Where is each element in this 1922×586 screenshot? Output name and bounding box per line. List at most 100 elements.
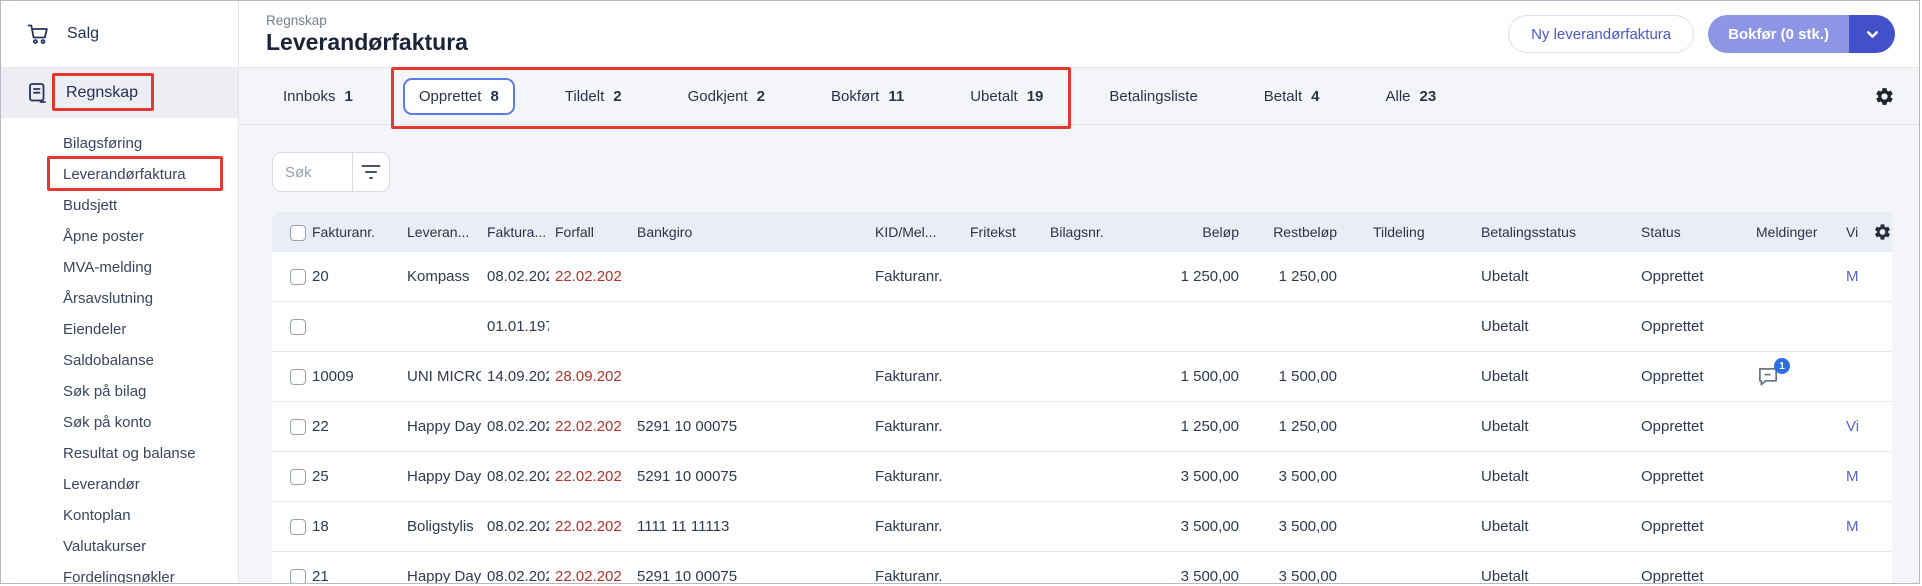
grid-header-row: Fakturanr. Leveran... Faktura... Forfall Ban…	[272, 212, 1892, 252]
tab-label: Tildelt	[564, 87, 605, 105]
table-row: 10009 UNI MICRO 14.09.202 28.09.202 Fakturan…	[272, 352, 1892, 402]
sidebar-item-label: Søk på bilag	[63, 383, 147, 400]
cell-tildeling	[1345, 452, 1453, 502]
cell-forfall: 22.02.202	[549, 502, 631, 552]
sidebar-item-valutakurser[interactable]: Valutakurser	[1, 531, 238, 562]
sidebar-item-sok-pa-bilag[interactable]: Søk på bilag	[1, 376, 238, 407]
cell-forfall: 28.09.202	[549, 352, 631, 402]
cell-fakturadato: 08.02.202	[481, 252, 549, 302]
view-link[interactable]: M	[1846, 468, 1859, 485]
new-invoice-button[interactable]: Ny leverandørfaktura	[1508, 15, 1695, 53]
col-header-fritekst: Fritekst	[964, 212, 1044, 252]
row-checkbox[interactable]	[290, 469, 306, 486]
cell-tildeling	[1345, 252, 1453, 302]
sidebar-item-label: Leverandør	[63, 476, 140, 493]
cell-fritekst	[964, 452, 1044, 502]
cell-sel	[272, 402, 306, 452]
view-link[interactable]: M	[1846, 268, 1859, 285]
search-input[interactable]	[273, 153, 352, 191]
tab-tildelt[interactable]: Tildelt 2	[549, 78, 638, 115]
cell-restbelop	[1247, 302, 1345, 352]
table-toolbar	[239, 125, 1919, 212]
cell-betalingsstatus: Ubetalt	[1453, 352, 1613, 402]
tab-count: 1	[344, 87, 353, 105]
row-checkbox[interactable]	[290, 269, 306, 286]
main-content: Regnskap Leverandørfaktura Ny leverandør…	[239, 1, 1919, 583]
cell-leverandor	[401, 302, 481, 352]
sidebar-item-eiendeler[interactable]: Eiendeler	[1, 314, 238, 345]
tab-betalt[interactable]: Betalt 4	[1248, 78, 1336, 115]
col-header-betalingsstatus: Betalingsstatus	[1453, 212, 1613, 252]
sidebar-item-budsjett[interactable]: Budsjett	[1, 190, 238, 221]
sidebar-item-arsavslutning[interactable]: Årsavslutning	[1, 283, 238, 314]
post-button[interactable]: Bokfør (0 stk.)	[1708, 15, 1849, 53]
invoice-table: Fakturanr. Leveran... Faktura... Forfall Ban…	[272, 212, 1892, 583]
row-checkbox[interactable]	[290, 419, 306, 436]
tab-godkjent[interactable]: Godkjent 2	[672, 78, 781, 115]
sidebar-item-salg[interactable]: Salg	[1, 1, 238, 68]
cell-meldinger	[1728, 452, 1818, 502]
sidebar-item-kontoplan[interactable]: Kontoplan	[1, 500, 238, 531]
tab-ubetalt[interactable]: Ubetalt 19	[954, 78, 1059, 115]
cell-status: Opprettet	[1613, 452, 1728, 502]
cell-fritekst	[964, 302, 1044, 352]
tab-count: 2	[613, 87, 622, 105]
cell-vis: Vi	[1818, 402, 1892, 452]
cell-fakturanr: 25	[306, 452, 401, 502]
due-date: 28.09.202	[555, 368, 622, 385]
row-checkbox[interactable]	[290, 319, 306, 336]
table-settings-icon[interactable]	[1873, 223, 1892, 242]
sidebar-item-apne-poster[interactable]: Åpne poster	[1, 221, 238, 252]
sidebar-item-mva-melding[interactable]: MVA-melding	[1, 252, 238, 283]
sidebar-item-leverandor[interactable]: Leverandør	[1, 469, 238, 500]
tab-innboks[interactable]: Innboks 1	[267, 78, 369, 115]
cell-forfall: 22.02.202	[549, 552, 631, 583]
sidebar-item-bilagsforing[interactable]: Bilagsføring	[1, 128, 238, 159]
sidebar: Salg Regnskap Bilagsføring Leverandørfakt…	[1, 1, 239, 583]
row-checkbox[interactable]	[290, 519, 306, 536]
row-checkbox[interactable]	[290, 369, 306, 386]
tab-betalingsliste[interactable]: Betalingsliste	[1093, 78, 1213, 115]
filter-button[interactable]	[352, 153, 389, 191]
cell-fakturadato: 08.02.202	[481, 502, 549, 552]
cell-fakturadato: 08.02.202	[481, 452, 549, 502]
sidebar-item-resultat-og-balanse[interactable]: Resultat og balanse	[1, 438, 238, 469]
cell-sel	[272, 302, 306, 352]
sidebar-item-sok-pa-konto[interactable]: Søk på konto	[1, 407, 238, 438]
filter-icon	[361, 165, 381, 179]
cell-leverandor: Kompass	[401, 252, 481, 302]
tab-opprettet[interactable]: Opprettet 8	[402, 77, 515, 115]
cell-betalingsstatus: Ubetalt	[1453, 252, 1613, 302]
tab-alle[interactable]: Alle 23	[1370, 78, 1453, 115]
col-header-kid: KID/Mel...	[869, 212, 964, 252]
cell-status: Opprettet	[1613, 352, 1728, 402]
select-all-checkbox[interactable]	[290, 224, 306, 241]
cell-sel	[272, 502, 306, 552]
sidebar-item-leverandorfaktura[interactable]: Leverandørfaktura	[1, 156, 238, 191]
cell-kid: Fakturanr.	[869, 352, 964, 402]
post-split-button: Bokfør (0 stk.)	[1708, 15, 1895, 53]
view-link[interactable]: M	[1846, 518, 1859, 535]
column-label: Faktura...	[487, 224, 547, 240]
col-header-bilagsnr: Bilagsnr.	[1044, 212, 1136, 252]
post-dropdown-button[interactable]	[1849, 15, 1895, 53]
page-titles: Regnskap Leverandørfaktura	[266, 13, 468, 55]
sidebar-item-label: Eiendeler	[63, 321, 127, 338]
tab-label: Alle	[1385, 87, 1411, 105]
tabs-settings-icon[interactable]	[1874, 86, 1895, 107]
due-date: 22.02.202	[555, 268, 622, 285]
sidebar-item-fordelingsnokler[interactable]: Fordelingsnøkler	[1, 562, 238, 583]
message-icon[interactable]: 1	[1756, 358, 1790, 392]
sidebar-item-label: Salg	[67, 25, 100, 42]
sidebar-item-regnskap[interactable]: Regnskap	[1, 68, 238, 118]
view-link[interactable]: Vi	[1846, 418, 1859, 435]
tab-bokfort[interactable]: Bokført 11	[815, 78, 920, 115]
sidebar-item-saldobalanse[interactable]: Saldobalanse	[1, 345, 238, 376]
row-checkbox[interactable]	[290, 569, 306, 583]
cell-status: Opprettet	[1613, 502, 1728, 552]
cell-leverandor: Happy Day	[401, 552, 481, 583]
sidebar-item-label: MVA-melding	[63, 259, 152, 276]
cell-bankgiro	[631, 302, 869, 352]
cell-tildeling	[1345, 402, 1453, 452]
cell-fritekst	[964, 402, 1044, 452]
